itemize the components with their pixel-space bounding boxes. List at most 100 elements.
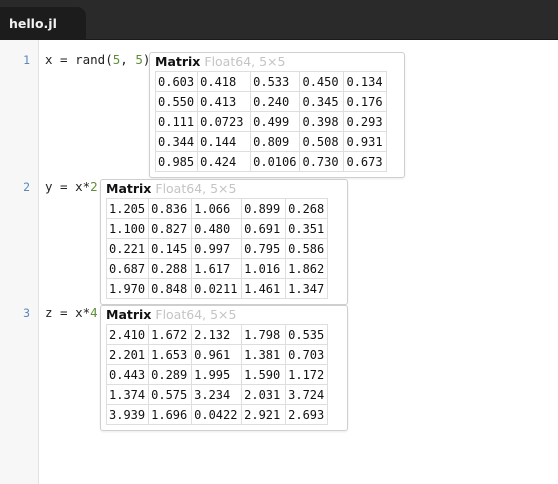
line-number: 2 — [23, 180, 30, 194]
matrix-row: 1.970 0.848 0.0211 1.461 1.347 — [105, 278, 329, 299]
matrix-cell: 0.221 — [105, 238, 150, 259]
matrix-cell: 0.508 — [299, 131, 345, 152]
code-token: z = x* — [45, 305, 91, 320]
number-literal: 2 — [90, 179, 98, 194]
matrix-cell: 2.410 — [105, 324, 150, 345]
matrix-row: 0.985 0.424 0.0106 0.730 0.673 — [154, 151, 387, 172]
matrix-cell: 0.111 — [154, 111, 199, 132]
matrix-row: 0.687 0.288 1.617 1.016 1.862 — [105, 258, 329, 279]
matrix-cell: 0.0422 — [191, 404, 243, 425]
result-type: Matrix — [155, 54, 201, 69]
line-number: 3 — [23, 306, 30, 320]
matrix-cell: 1.172 — [285, 364, 329, 385]
matrix-cell: 2.132 — [191, 324, 243, 345]
matrix-cell: 0.176 — [343, 91, 387, 112]
code-editor[interactable]: 1x = rand(5, 5) 2 y = x*2 3 z = x*4 Matrix Flo… — [0, 40, 558, 484]
matrix-cell: 0.293 — [343, 111, 387, 132]
line-number-gutter — [0, 40, 39, 484]
matrix-cell: 0.398 — [299, 111, 345, 132]
matrix-table: 2.410 1.672 2.132 1.798 0.535 2.201 1.653 0.961… — [105, 324, 329, 425]
matrix-cell: 0.145 — [148, 238, 193, 259]
matrix-cell: 0.899 — [241, 198, 287, 219]
matrix-cell: 0.443 — [105, 364, 150, 385]
matrix-cell: 0.0106 — [250, 151, 301, 172]
matrix-cell: 0.134 — [343, 71, 387, 92]
matrix-cell: 0.586 — [285, 238, 329, 259]
matrix-row: 2.201 1.653 0.961 1.381 0.703 — [105, 344, 329, 365]
matrix-row: 1.374 0.575 3.234 2.031 3.724 — [105, 384, 329, 405]
matrix-cell: 0.499 — [250, 111, 301, 132]
matrix-cell: 0.0723 — [197, 111, 252, 132]
matrix-cell: 1.066 — [191, 198, 243, 219]
matrix-cell: 3.939 — [105, 404, 150, 425]
matrix-row: 0.221 0.145 0.997 0.795 0.586 — [105, 238, 329, 259]
matrix-cell: 1.862 — [285, 258, 329, 279]
number-literal: 4 — [90, 305, 98, 320]
matrix-cell: 0.418 — [197, 71, 252, 92]
matrix-row: 0.550 0.413 0.240 0.345 0.176 — [154, 91, 387, 112]
matrix-cell: 0.809 — [250, 131, 301, 152]
result-header[interactable]: Matrix Float64, 5×5 — [155, 54, 285, 70]
matrix-cell: 0.703 — [285, 344, 329, 365]
matrix-cell: 3.234 — [191, 384, 243, 405]
line-number: 1 — [23, 53, 30, 67]
matrix-cell: 1.995 — [191, 364, 243, 385]
matrix-row: 0.603 0.418 0.533 0.450 0.134 — [154, 71, 387, 92]
matrix-cell: 0.288 — [148, 258, 193, 279]
matrix-cell: 0.413 — [197, 91, 252, 112]
matrix-cell: 1.590 — [241, 364, 287, 385]
result-meta: Float64, 5×5 — [204, 54, 286, 69]
result-type: Matrix — [106, 181, 152, 196]
matrix-cell: 0.687 — [105, 258, 150, 279]
matrix-cell: 2.921 — [241, 404, 287, 425]
code-line[interactable]: y = x*2 — [45, 179, 98, 194]
matrix-cell: 2.031 — [241, 384, 287, 405]
matrix-cell: 0.961 — [191, 344, 243, 365]
matrix-cell: 1.672 — [148, 324, 193, 345]
matrix-row: 0.111 0.0723 0.499 0.398 0.293 — [154, 111, 387, 132]
matrix-result-panel[interactable]: Matrix Float64, 5×5 2.410 1.672 2.132 1.798 0.… — [100, 305, 348, 431]
result-meta: Float64, 5×5 — [155, 307, 237, 322]
number-literal: 5 — [135, 52, 143, 67]
result-header[interactable]: Matrix Float64, 5×5 — [106, 181, 236, 197]
matrix-cell: 0.550 — [154, 91, 199, 112]
matrix-cell: 0.268 — [285, 198, 329, 219]
matrix-cell: 1.381 — [241, 344, 287, 365]
matrix-cell: 0.603 — [154, 71, 199, 92]
matrix-cell: 1.205 — [105, 198, 150, 219]
result-header[interactable]: Matrix Float64, 5×5 — [106, 307, 236, 323]
matrix-cell: 0.450 — [299, 71, 345, 92]
matrix-cell: 1.653 — [148, 344, 193, 365]
matrix-cell: 1.798 — [241, 324, 287, 345]
matrix-cell: 0.351 — [285, 218, 329, 239]
matrix-cell: 0.480 — [191, 218, 243, 239]
matrix-row: 3.939 1.696 0.0422 2.921 2.693 — [105, 404, 329, 425]
matrix-result-panel[interactable]: Matrix Float64, 5×5 0.603 0.418 0.533 0.450 0.… — [149, 52, 405, 178]
matrix-cell: 1.347 — [285, 278, 329, 299]
tab-title: hello.jl — [9, 16, 57, 31]
matrix-result-panel[interactable]: Matrix Float64, 5×5 1.205 0.836 1.066 0.899 0.… — [100, 179, 348, 305]
matrix-cell: 1.461 — [241, 278, 287, 299]
matrix-row: 0.443 0.289 1.995 1.590 1.172 — [105, 364, 329, 385]
matrix-cell: 0.289 — [148, 364, 193, 385]
matrix-cell: 0.848 — [148, 278, 193, 299]
matrix-cell: 1.696 — [148, 404, 193, 425]
matrix-cell: 0.836 — [148, 198, 193, 219]
matrix-cell: 0.691 — [241, 218, 287, 239]
matrix-cell: 2.201 — [105, 344, 150, 365]
code-token: , — [120, 52, 136, 67]
matrix-cell: 0.985 — [154, 151, 199, 172]
matrix-row: 1.100 0.827 0.480 0.691 0.351 — [105, 218, 329, 239]
result-type: Matrix — [106, 307, 152, 322]
tab-bar: hello.jl — [0, 0, 558, 40]
matrix-cell: 1.100 — [105, 218, 150, 239]
matrix-row: 1.205 0.836 1.066 0.899 0.268 — [105, 198, 329, 219]
code-line[interactable]: x = rand(5, 5) — [45, 52, 150, 67]
matrix-cell: 0.240 — [250, 91, 301, 112]
matrix-cell: 0.575 — [148, 384, 193, 405]
matrix-cell: 0.0211 — [191, 278, 243, 299]
matrix-cell: 0.827 — [148, 218, 193, 239]
tab-hello-jl[interactable]: hello.jl — [0, 7, 86, 40]
matrix-cell: 0.344 — [154, 131, 199, 152]
code-line[interactable]: z = x*4 — [45, 305, 98, 320]
